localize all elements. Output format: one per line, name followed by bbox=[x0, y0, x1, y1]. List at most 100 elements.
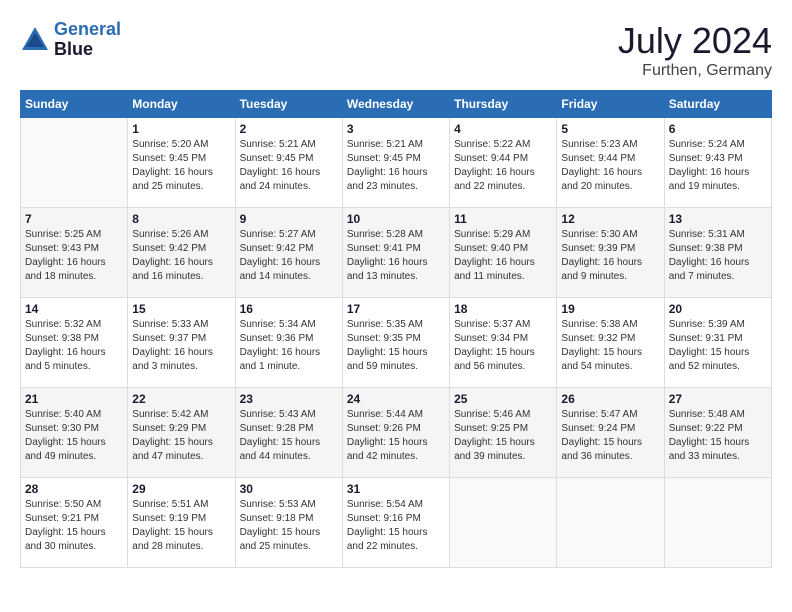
logo-icon bbox=[20, 25, 50, 55]
day-number: 27 bbox=[669, 392, 767, 406]
month-year: July 2024 bbox=[618, 20, 772, 62]
day-info: Sunrise: 5:39 AM Sunset: 9:31 PM Dayligh… bbox=[669, 318, 767, 374]
calendar-cell: 8Sunrise: 5:26 AM Sunset: 9:42 PM Daylig… bbox=[128, 208, 235, 298]
day-info: Sunrise: 5:24 AM Sunset: 9:43 PM Dayligh… bbox=[669, 138, 767, 194]
day-number: 1 bbox=[132, 122, 230, 136]
day-number: 13 bbox=[669, 212, 767, 226]
day-number: 3 bbox=[347, 122, 445, 136]
day-number: 22 bbox=[132, 392, 230, 406]
header-row: SundayMondayTuesdayWednesdayThursdayFrid… bbox=[21, 91, 772, 118]
calendar-cell: 1Sunrise: 5:20 AM Sunset: 9:45 PM Daylig… bbox=[128, 118, 235, 208]
day-info: Sunrise: 5:23 AM Sunset: 9:44 PM Dayligh… bbox=[561, 138, 659, 194]
header-day-wednesday: Wednesday bbox=[342, 91, 449, 118]
day-number: 23 bbox=[240, 392, 338, 406]
day-info: Sunrise: 5:42 AM Sunset: 9:29 PM Dayligh… bbox=[132, 408, 230, 464]
week-row-1: 1Sunrise: 5:20 AM Sunset: 9:45 PM Daylig… bbox=[21, 118, 772, 208]
day-number: 5 bbox=[561, 122, 659, 136]
calendar-cell: 24 Sunrise: 5:44 AM Sunset: 9:26 PM Dayli… bbox=[342, 388, 449, 478]
calendar-cell: 3 Sunrise: 5:21 AM Sunset: 9:45 PM Daylig… bbox=[342, 118, 449, 208]
header-day-saturday: Saturday bbox=[664, 91, 771, 118]
header-day-sunday: Sunday bbox=[21, 91, 128, 118]
day-info: Sunrise: 5:31 AM Sunset: 9:38 PM Dayligh… bbox=[669, 228, 767, 284]
header-day-monday: Monday bbox=[128, 91, 235, 118]
calendar-cell: 27 Sunrise: 5:48 AM Sunset: 9:22 PM Dayli… bbox=[664, 388, 771, 478]
day-number: 29 bbox=[132, 482, 230, 496]
calendar-cell: 22 Sunrise: 5:42 AM Sunset: 9:29 PM Dayli… bbox=[128, 388, 235, 478]
day-info: Sunrise: 5:43 AM Sunset: 9:28 PM Dayligh… bbox=[240, 408, 338, 464]
day-info: Sunrise: 5:35 AM Sunset: 9:35 PM Dayligh… bbox=[347, 318, 445, 374]
calendar-cell: 10 Sunrise: 5:28 AM Sunset: 9:41 PM Dayli… bbox=[342, 208, 449, 298]
header-day-tuesday: Tuesday bbox=[235, 91, 342, 118]
calendar-cell: 9 Sunrise: 5:27 AM Sunset: 9:42 PM Daylig… bbox=[235, 208, 342, 298]
calendar-cell: 20 Sunrise: 5:39 AM Sunset: 9:31 PM Dayli… bbox=[664, 298, 771, 388]
header-day-friday: Friday bbox=[557, 91, 664, 118]
day-info: Sunrise: 5:40 AM Sunset: 9:30 PM Dayligh… bbox=[25, 408, 123, 464]
day-number: 15 bbox=[132, 302, 230, 316]
day-info: Sunrise: 5:47 AM Sunset: 9:24 PM Dayligh… bbox=[561, 408, 659, 464]
day-info: Sunrise: 5:27 AM Sunset: 9:42 PM Dayligh… bbox=[240, 228, 338, 284]
week-row-2: 7 Sunrise: 5:25 AM Sunset: 9:43 PM Daylig… bbox=[21, 208, 772, 298]
day-info: Sunrise: 5:38 AM Sunset: 9:32 PM Dayligh… bbox=[561, 318, 659, 374]
day-number: 24 bbox=[347, 392, 445, 406]
day-number: 30 bbox=[240, 482, 338, 496]
calendar-cell: 26 Sunrise: 5:47 AM Sunset: 9:24 PM Dayli… bbox=[557, 388, 664, 478]
day-info: Sunrise: 5:32 AM Sunset: 9:38 PM Dayligh… bbox=[25, 318, 123, 374]
day-number: 26 bbox=[561, 392, 659, 406]
logo: General Blue bbox=[20, 20, 121, 60]
calendar-cell bbox=[664, 478, 771, 568]
week-row-4: 21 Sunrise: 5:40 AM Sunset: 9:30 PM Dayli… bbox=[21, 388, 772, 478]
calendar-cell: 13 Sunrise: 5:31 AM Sunset: 9:38 PM Dayli… bbox=[664, 208, 771, 298]
week-row-3: 14 Sunrise: 5:32 AM Sunset: 9:38 PM Dayli… bbox=[21, 298, 772, 388]
day-number: 14 bbox=[25, 302, 123, 316]
day-number: 12 bbox=[561, 212, 659, 226]
day-info: Sunrise: 5:22 AM Sunset: 9:44 PM Dayligh… bbox=[454, 138, 552, 194]
day-number: 8 bbox=[132, 212, 230, 226]
day-number: 9 bbox=[240, 212, 338, 226]
day-number: 2 bbox=[240, 122, 338, 136]
day-number: 11 bbox=[454, 212, 552, 226]
location: Furthen, Germany bbox=[618, 62, 772, 80]
calendar-cell: 15 Sunrise: 5:33 AM Sunset: 9:37 PM Dayli… bbox=[128, 298, 235, 388]
day-info: Sunrise: 5:48 AM Sunset: 9:22 PM Dayligh… bbox=[669, 408, 767, 464]
calendar-header: SundayMondayTuesdayWednesdayThursdayFrid… bbox=[21, 91, 772, 118]
day-number: 10 bbox=[347, 212, 445, 226]
calendar-cell: 14 Sunrise: 5:32 AM Sunset: 9:38 PM Dayli… bbox=[21, 298, 128, 388]
calendar-cell: 25 Sunrise: 5:46 AM Sunset: 9:25 PM Dayli… bbox=[450, 388, 557, 478]
day-number: 17 bbox=[347, 302, 445, 316]
day-number: 28 bbox=[25, 482, 123, 496]
day-info: Sunrise: 5:28 AM Sunset: 9:41 PM Dayligh… bbox=[347, 228, 445, 284]
calendar-cell: 21 Sunrise: 5:40 AM Sunset: 9:30 PM Dayli… bbox=[21, 388, 128, 478]
day-info: Sunrise: 5:29 AM Sunset: 9:40 PM Dayligh… bbox=[454, 228, 552, 284]
calendar-cell: 6Sunrise: 5:24 AM Sunset: 9:43 PM Daylig… bbox=[664, 118, 771, 208]
header-day-thursday: Thursday bbox=[450, 91, 557, 118]
calendar-cell: 12Sunrise: 5:30 AM Sunset: 9:39 PM Dayli… bbox=[557, 208, 664, 298]
calendar-cell bbox=[450, 478, 557, 568]
calendar-cell: 31Sunrise: 5:54 AM Sunset: 9:16 PM Dayli… bbox=[342, 478, 449, 568]
day-number: 20 bbox=[669, 302, 767, 316]
day-info: Sunrise: 5:46 AM Sunset: 9:25 PM Dayligh… bbox=[454, 408, 552, 464]
day-number: 7 bbox=[25, 212, 123, 226]
calendar-cell: 18Sunrise: 5:37 AM Sunset: 9:34 PM Dayli… bbox=[450, 298, 557, 388]
calendar-cell: 30Sunrise: 5:53 AM Sunset: 9:18 PM Dayli… bbox=[235, 478, 342, 568]
day-number: 21 bbox=[25, 392, 123, 406]
week-row-5: 28 Sunrise: 5:50 AM Sunset: 9:21 PM Dayli… bbox=[21, 478, 772, 568]
day-info: Sunrise: 5:25 AM Sunset: 9:43 PM Dayligh… bbox=[25, 228, 123, 284]
day-info: Sunrise: 5:21 AM Sunset: 9:45 PM Dayligh… bbox=[347, 138, 445, 194]
calendar-cell: 19 Sunrise: 5:38 AM Sunset: 9:32 PM Dayli… bbox=[557, 298, 664, 388]
day-info: Sunrise: 5:44 AM Sunset: 9:26 PM Dayligh… bbox=[347, 408, 445, 464]
calendar-body: 1Sunrise: 5:20 AM Sunset: 9:45 PM Daylig… bbox=[21, 118, 772, 568]
day-number: 18 bbox=[454, 302, 552, 316]
calendar-cell: 7 Sunrise: 5:25 AM Sunset: 9:43 PM Daylig… bbox=[21, 208, 128, 298]
day-info: Sunrise: 5:21 AM Sunset: 9:45 PM Dayligh… bbox=[240, 138, 338, 194]
day-number: 25 bbox=[454, 392, 552, 406]
calendar-cell bbox=[557, 478, 664, 568]
day-info: Sunrise: 5:50 AM Sunset: 9:21 PM Dayligh… bbox=[25, 498, 123, 554]
day-info: Sunrise: 5:33 AM Sunset: 9:37 PM Dayligh… bbox=[132, 318, 230, 374]
calendar-table: SundayMondayTuesdayWednesdayThursdayFrid… bbox=[20, 90, 772, 568]
day-info: Sunrise: 5:51 AM Sunset: 9:19 PM Dayligh… bbox=[132, 498, 230, 554]
day-number: 16 bbox=[240, 302, 338, 316]
day-info: Sunrise: 5:34 AM Sunset: 9:36 PM Dayligh… bbox=[240, 318, 338, 374]
day-number: 19 bbox=[561, 302, 659, 316]
calendar-cell: 29 Sunrise: 5:51 AM Sunset: 9:19 PM Dayli… bbox=[128, 478, 235, 568]
calendar-cell: 11 Sunrise: 5:29 AM Sunset: 9:40 PM Dayli… bbox=[450, 208, 557, 298]
